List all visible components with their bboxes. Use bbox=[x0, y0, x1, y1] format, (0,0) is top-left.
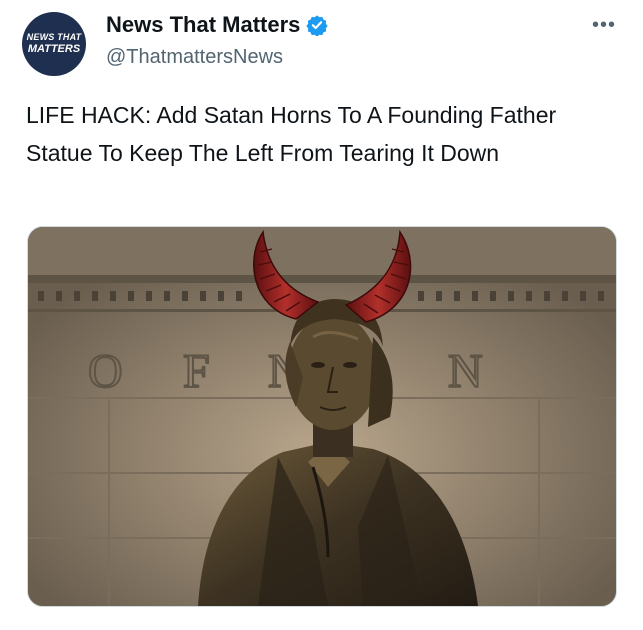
wall-letter: O bbox=[88, 345, 123, 398]
display-name[interactable]: News That Matters bbox=[106, 12, 300, 38]
verified-badge-icon bbox=[306, 14, 329, 37]
tweet-text: LIFE HACK: Add Satan Horns To A Founding… bbox=[26, 102, 557, 166]
avatar-text-line1: NEWS THAT bbox=[26, 32, 82, 42]
wall-letter: N bbox=[448, 345, 483, 398]
wall-letter: F bbox=[183, 345, 210, 398]
more-options-icon[interactable]: ••• bbox=[592, 14, 616, 37]
handle[interactable]: @ThatmattersNews bbox=[106, 46, 283, 69]
avatar-text-line2: MATTERS bbox=[27, 43, 81, 55]
avatar[interactable]: NEWS THAT MATTERS bbox=[22, 12, 86, 76]
name-row: News That Matters bbox=[106, 12, 329, 38]
tweet-media-image[interactable]: O F N N bbox=[27, 226, 617, 607]
